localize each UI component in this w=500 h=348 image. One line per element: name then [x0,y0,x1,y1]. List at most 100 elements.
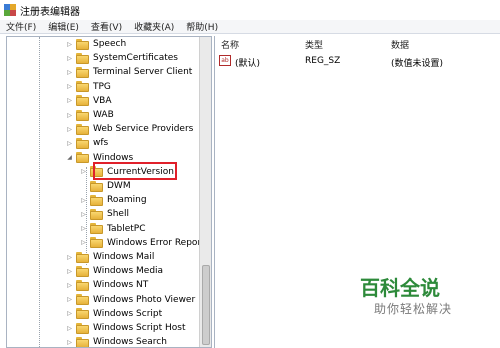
menu-help[interactable]: 帮助(H) [186,20,218,33]
watermark-subtitle: 助你轻松解决 [374,302,453,316]
folder-icon [76,308,89,320]
tree-item[interactable]: ▷ SystemCertificates [65,51,178,65]
expand-arrow-icon[interactable]: ▷ [65,96,74,105]
tree-item[interactable]: ▷ Windows Error Reportin [79,236,212,250]
tree-item-label: Windows Error Reportin [107,237,212,248]
column-header-name[interactable]: 名称 [221,38,239,51]
tree-item[interactable]: DWM [79,179,131,193]
folder-icon [76,251,89,263]
tree-item[interactable]: ▷ Windows Script Host [65,321,186,335]
menu-view[interactable]: 查看(V) [91,20,122,33]
watermark-title: 百科全说 [360,276,440,300]
tree-item[interactable]: ▷ Web Service Providers [65,122,193,136]
tree-scrollbar-thumb[interactable] [202,265,210,345]
folder-icon [76,152,89,164]
collapse-arrow-icon[interactable]: ◢ [65,153,74,162]
folder-icon [76,81,89,93]
expand-arrow-icon[interactable]: ▷ [79,210,88,219]
expand-arrow-icon[interactable]: ▷ [65,309,74,318]
folder-icon [76,123,89,135]
tree-item[interactable]: ▷ Windows Search [65,335,167,348]
registry-tree-pane[interactable]: ▷ Speech ▷ SystemCertificates ▷ Terminal Serv… [6,36,212,348]
tree-item[interactable]: ▷ Windows Media [65,264,163,278]
menu-favorites[interactable]: 收藏夹(A) [134,20,174,33]
menu-bar: 文件(F) 编辑(E) 查看(V) 收藏夹(A) 帮助(H) [0,20,500,34]
tree-item-label: Terminal Server Client [93,67,193,78]
tree-item-label: WAB [93,110,114,120]
tree-item[interactable]: ▷ Terminal Server Client [65,65,192,79]
no-expander [79,182,88,191]
expand-arrow-icon[interactable]: ▷ [65,267,74,276]
title-bar: 注册表编辑器 [0,0,500,20]
expand-arrow-icon[interactable]: ▷ [79,238,88,247]
folder-icon [90,237,103,249]
folder-icon [76,52,89,64]
expand-arrow-icon[interactable]: ▷ [65,253,74,262]
folder-icon [76,38,89,50]
folder-icon [90,180,103,192]
folder-icon [90,194,103,206]
string-value-icon: ab [219,55,231,66]
tree-item[interactable]: ▷ WAB [65,108,114,122]
expand-arrow-icon[interactable]: ▷ [79,167,88,176]
folder-icon [76,279,89,291]
tree-item-label: Windows Mail [93,252,155,262]
expand-arrow-icon[interactable]: ▷ [65,139,74,148]
tree-item-label: DWM [107,181,131,191]
tree-item-label: TabletPC [107,223,146,234]
menu-file[interactable]: 文件(F) [6,20,36,33]
folder-icon [76,265,89,277]
tree-item-label: Web Service Providers [93,124,194,135]
tree-item[interactable]: ▷ wfs [65,136,108,150]
tree-item-label: Windows Search [93,337,167,348]
tree-item[interactable]: ▷ Speech [65,37,126,51]
value-name: (默认) [235,59,261,69]
expand-arrow-icon[interactable]: ▷ [65,82,74,91]
tree-item-label: Speech [93,39,127,49]
tree-item-label: Windows Photo Viewer [93,294,196,305]
expand-arrow-icon[interactable]: ▷ [79,224,88,233]
column-header-data[interactable]: 数据 [391,38,409,51]
expand-arrow-icon[interactable]: ▷ [65,281,74,290]
tree-item-label: SystemCertificates [93,53,178,64]
expand-arrow-icon[interactable]: ▷ [65,338,74,347]
folder-icon [90,223,103,235]
expand-arrow-icon[interactable]: ▷ [65,125,74,134]
regedit-app-icon [4,4,16,16]
tree-item[interactable]: ▷ Roaming [79,193,147,207]
column-header-type[interactable]: 类型 [305,38,323,51]
expand-arrow-icon[interactable]: ▷ [79,196,88,205]
tree-guide-line [39,37,40,347]
tree-item[interactable]: ▷ VBA [65,94,112,108]
folder-icon [76,66,89,78]
value-data: (数值未设置) [391,59,444,69]
expand-arrow-icon[interactable]: ▷ [65,295,74,304]
tree-item[interactable]: ▷ Windows NT [65,278,148,292]
tree-item-label: VBA [93,95,112,106]
folder-icon [76,137,89,149]
folder-icon [76,322,89,334]
tree-item-label: Windows Script [93,308,163,319]
tree-item-label: Shell [107,209,129,220]
expand-arrow-icon[interactable]: ▷ [65,68,74,77]
expand-arrow-icon[interactable]: ▷ [65,111,74,120]
highlight-annotation-box [93,162,177,180]
tree-item[interactable]: ▷ Windows Mail [65,250,154,264]
tree-item[interactable]: ▷ Windows Script [65,307,162,321]
tree-item-label: Roaming [107,195,147,206]
tree-item-label: Windows NT [93,280,149,291]
folder-icon [90,208,103,220]
table-row[interactable]: ab (默认) REG_SZ (数值未设置) [215,54,500,69]
window-title: 注册表编辑器 [20,6,80,18]
tree-item[interactable]: ▷ Shell [79,207,129,221]
tree-item[interactable]: ▷ TPG [65,80,111,94]
folder-icon [76,95,89,107]
tree-item[interactable]: ▷ Windows Photo Viewer [65,293,195,307]
list-header: 名称 类型 数据 [215,36,500,52]
tree-item[interactable]: ▷ TabletPC [79,222,146,236]
menu-edit[interactable]: 编辑(E) [48,20,79,33]
tree-scrollbar[interactable] [199,37,211,347]
expand-arrow-icon[interactable]: ▷ [65,324,74,333]
expand-arrow-icon[interactable]: ▷ [65,40,74,49]
expand-arrow-icon[interactable]: ▷ [65,54,74,63]
